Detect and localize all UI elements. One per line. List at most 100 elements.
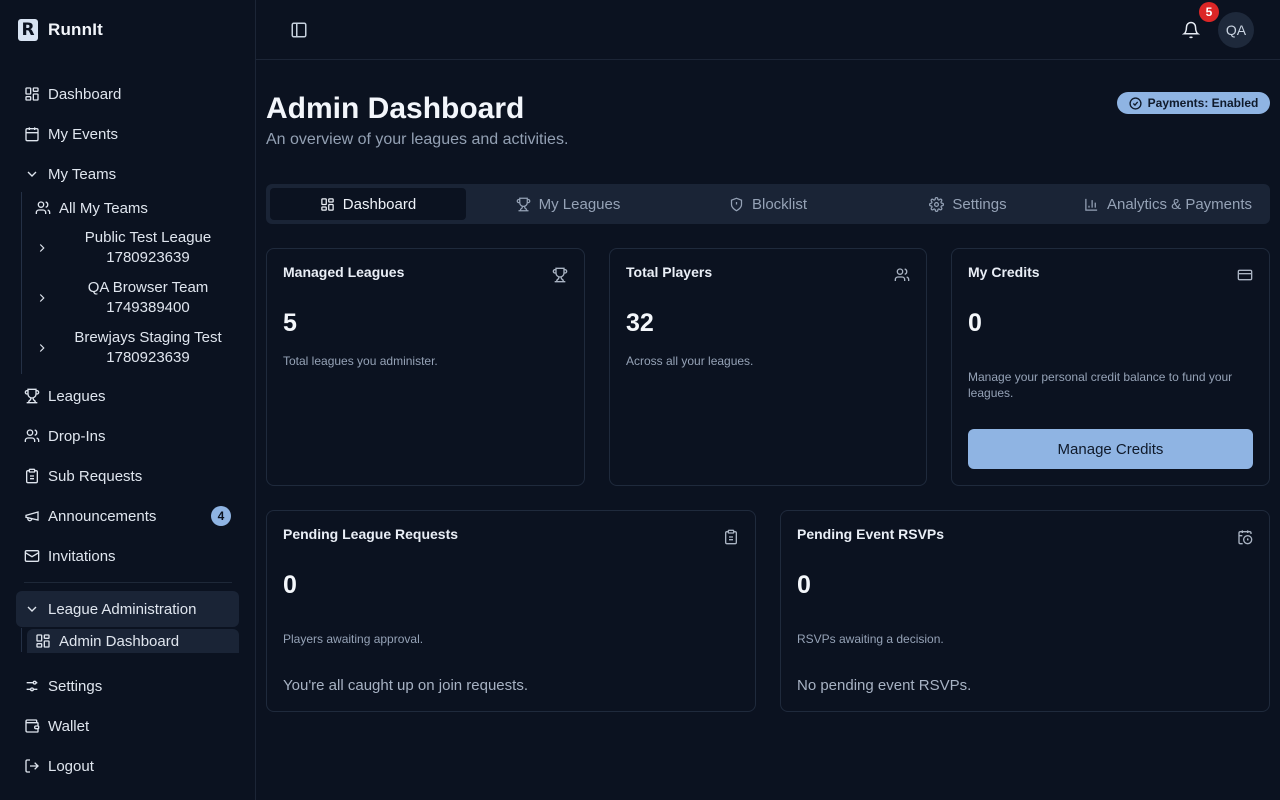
bell-icon — [1182, 21, 1200, 39]
card-value: 32 — [626, 309, 654, 337]
sidebar-item-label: League Administration — [48, 600, 197, 618]
wallet-icon — [24, 718, 40, 734]
sidebar-item-label: Admin Dashboard — [59, 632, 180, 650]
card-value: 0 — [797, 571, 811, 599]
card-value: 5 — [283, 309, 297, 337]
page-title: Admin Dashboard — [266, 92, 525, 125]
sidebar-item-my-teams[interactable]: My Teams — [16, 156, 239, 192]
card-description: RSVPs awaiting a decision. — [797, 632, 944, 646]
sidebar-item-all-my-teams[interactable]: All My Teams — [27, 193, 239, 223]
announcements-count-badge: 4 — [211, 506, 231, 526]
total-players-card: Total Players 32 Across all your leagues… — [609, 248, 927, 486]
brand[interactable]: R RunnIt — [18, 19, 103, 41]
sidebar-item-label: All My Teams — [59, 199, 148, 217]
brand-name: RunnIt — [48, 20, 104, 39]
sidebar-item-admin-dashboard[interactable]: Admin Dashboard — [27, 629, 239, 653]
sidebar-item-settings[interactable]: Settings — [16, 668, 239, 704]
chevron-right-icon — [27, 241, 57, 255]
notification-count-badge: 5 — [1199, 2, 1219, 22]
notifications-button[interactable] — [1182, 21, 1200, 39]
trophy-icon — [516, 197, 531, 212]
sidebar-item-dashboard[interactable]: Dashboard — [16, 76, 239, 112]
panel-left-icon — [291, 22, 307, 38]
trophy-icon — [552, 267, 568, 283]
layout-grid-icon — [35, 633, 51, 649]
sliders-icon — [24, 678, 40, 694]
sidebar-item-label: Leagues — [48, 387, 106, 405]
sidebar-item-label: Logout — [48, 757, 94, 775]
megaphone-icon — [24, 508, 40, 524]
trophy-icon — [24, 388, 40, 404]
sidebar-item-league-administration[interactable]: League Administration — [16, 591, 239, 627]
team-item[interactable]: QA Browser Team 1749389400 — [27, 275, 239, 321]
chevron-right-icon — [27, 291, 57, 305]
users-icon — [24, 428, 40, 444]
card-value: 0 — [968, 309, 982, 337]
tab-settings[interactable]: Settings — [870, 188, 1066, 220]
sidebar-item-label: My Events — [48, 125, 119, 143]
users-icon — [35, 200, 51, 216]
card-title: My Credits — [968, 264, 1040, 280]
tab-analytics-payments[interactable]: Analytics & Payments — [1070, 188, 1266, 220]
avatar[interactable]: QA — [1218, 12, 1254, 48]
calendar-clock-icon — [1237, 529, 1253, 545]
team-label: Brewjays Staging Test 1780923639 — [74, 329, 222, 366]
sidebar-item-label: Sub Requests — [48, 467, 143, 485]
my-credits-card: My Credits 0 Manage your personal credit… — [951, 248, 1270, 486]
mail-icon — [24, 548, 40, 564]
pending-event-rsvps-card: Pending Event RSVPs 0 RSVPs awaiting a d… — [780, 510, 1270, 712]
sidebar-item-leagues[interactable]: Leagues — [16, 378, 239, 414]
gear-icon — [929, 196, 945, 212]
card-description: Across all your leagues. — [626, 354, 754, 368]
sidebar-item-logout[interactable]: Logout — [16, 748, 239, 784]
sidebar-item-wallet[interactable]: Wallet — [16, 708, 239, 744]
team-label: Public Test League 1780923639 — [84, 229, 212, 266]
card-empty-note: You're all caught up on join requests. — [283, 677, 528, 694]
card-title: Pending League Requests — [283, 526, 459, 542]
sidebar-item-label: Invitations — [48, 547, 116, 565]
sidebar-item-label: My Teams — [48, 165, 117, 183]
sidebar-item-my-events[interactable]: My Events — [16, 116, 239, 152]
manage-credits-button[interactable]: Manage Credits — [968, 429, 1253, 469]
sidebar-divider — [24, 582, 232, 583]
sidebar-item-drop-ins[interactable]: Drop-Ins — [16, 418, 239, 454]
credit-card-icon — [1237, 267, 1253, 283]
users-icon — [894, 267, 910, 283]
tab-dashboard[interactable]: Dashboard — [270, 188, 466, 220]
card-description: Total leagues you administer. — [283, 354, 438, 368]
shield-icon — [729, 197, 744, 212]
brand-logo: R — [18, 19, 38, 41]
top-bar: 5 QA — [256, 0, 1280, 60]
sidebar-item-invitations[interactable]: Invitations — [16, 538, 239, 574]
card-title: Managed Leagues — [283, 264, 405, 280]
clipboard-icon — [723, 529, 739, 545]
card-value: 0 — [283, 571, 297, 599]
logout-icon — [24, 758, 40, 774]
team-label: QA Browser Team 1749389400 — [87, 279, 209, 316]
chevron-right-icon — [27, 341, 57, 355]
layout-grid-icon — [320, 197, 335, 212]
sidebar: R RunnIt Dashboard My Events My Teams Al… — [0, 0, 256, 800]
sidebar-item-label: Wallet — [48, 717, 90, 735]
submenu-line — [21, 192, 22, 374]
sidebar-item-sub-requests[interactable]: Sub Requests — [16, 458, 239, 494]
sidebar-item-label: Drop-Ins — [48, 427, 106, 445]
card-description: Players awaiting approval. — [283, 632, 424, 646]
team-item[interactable]: Brewjays Staging Test 1780923639 — [27, 325, 239, 371]
sidebar-item-label: Settings — [48, 677, 103, 695]
check-circle-icon — [1129, 96, 1142, 110]
pending-league-requests-card: Pending League Requests 0 Players awaiti… — [266, 510, 756, 712]
sidebar-item-announcements[interactable]: Announcements 4 — [16, 498, 239, 534]
layout-grid-icon — [24, 86, 40, 102]
tab-my-leagues[interactable]: My Leagues — [470, 188, 666, 220]
calendar-icon — [24, 126, 40, 142]
sidebar-item-label: Dashboard — [48, 85, 122, 103]
card-description: Manage your personal credit balance to f… — [968, 370, 1233, 400]
team-item[interactable]: Public Test League 1780923639 — [27, 225, 239, 271]
sidebar-toggle-button[interactable] — [290, 21, 308, 39]
card-title: Total Players — [626, 264, 713, 280]
tab-blocklist[interactable]: Blocklist — [670, 188, 866, 220]
card-empty-note: No pending event RSVPs. — [797, 677, 972, 694]
page-subtitle: An overview of your leagues and activiti… — [266, 131, 569, 148]
submenu-line — [21, 628, 22, 652]
